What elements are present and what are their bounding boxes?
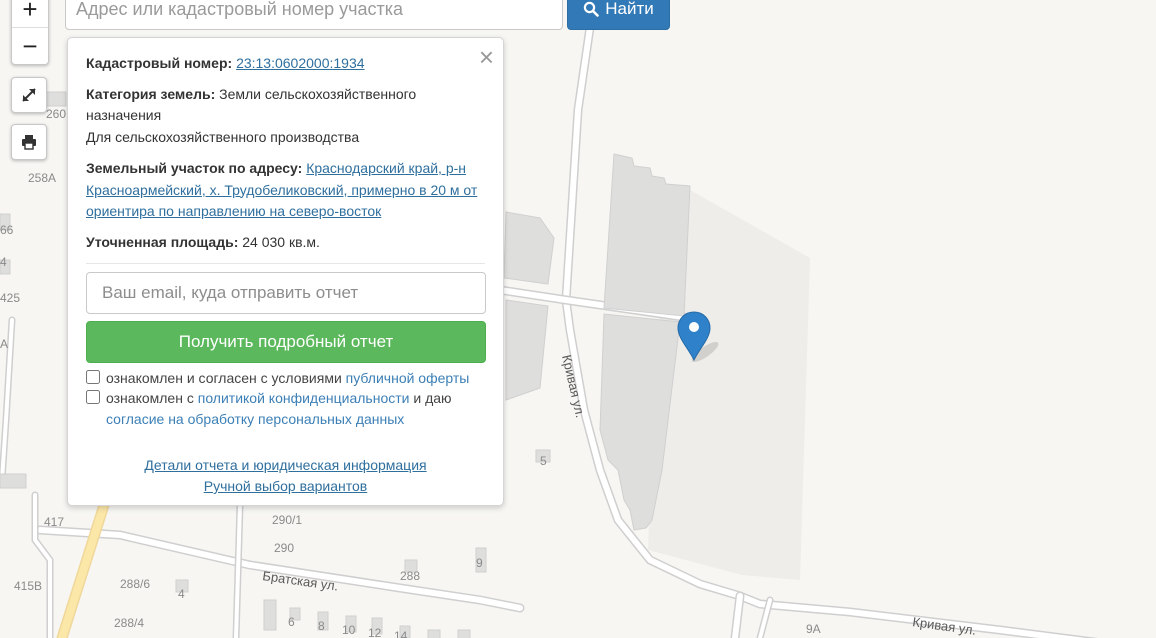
category-row: Категория земель: Земли сельскохозяйстве… <box>86 84 485 127</box>
offer-checkbox[interactable] <box>86 370 100 384</box>
privacy-consent-text: ознакомлен с политикой конфиденциальност… <box>106 390 452 427</box>
map-label: 12 <box>368 626 382 638</box>
public-offer-link[interactable]: публичной оферты <box>346 370 470 386</box>
map-label: 5 <box>540 454 547 468</box>
zoom-control: + − <box>11 0 49 65</box>
offer-consent: ознакомлен и согласен с условиями публич… <box>86 368 469 389</box>
zoom-out-button[interactable]: − <box>12 28 48 64</box>
report-details-link[interactable]: Детали отчета и юридическая информация <box>144 457 426 473</box>
map-label: 9А <box>806 622 821 636</box>
map-label: 288/6 <box>120 577 150 591</box>
usage-text: Для сельскохозяйственного производства <box>86 128 360 145</box>
map-label: 425 <box>0 291 20 305</box>
map-label: 258А <box>28 171 56 185</box>
privacy-consent: ознакомлен с политикой конфиденциальност… <box>86 388 476 429</box>
cadastral-row: Кадастровый номер: 23:13:0602000:1934 <box>86 53 485 75</box>
search-input[interactable] <box>65 0 563 30</box>
map-label: 14 <box>394 629 408 638</box>
find-button-label: Найти <box>605 0 654 18</box>
map-label: 290 <box>274 541 294 555</box>
map-label: 288/4 <box>114 616 144 630</box>
map-label: 9 <box>476 556 483 570</box>
cadastral-number-link[interactable]: 23:13:0602000:1934 <box>236 55 364 71</box>
map-label: 290/1 <box>272 513 302 527</box>
find-button[interactable]: Найти <box>567 0 670 30</box>
map-label: 8 <box>318 619 325 633</box>
expand-icon <box>22 88 36 102</box>
address-label: Земельный участок по адресу: <box>86 160 303 176</box>
offer-consent-text: ознакомлен и согласен с условиями публич… <box>106 370 470 386</box>
map-label: 4 <box>0 255 7 269</box>
close-icon[interactable]: × <box>479 42 494 72</box>
cadastral-label: Кадастровый номер: <box>86 55 233 71</box>
address-row: Земельный участок по адресу: Краснодарск… <box>86 158 485 223</box>
category-label: Категория земель: <box>86 85 216 102</box>
map-label: А <box>0 337 8 351</box>
map-label: 260 <box>46 107 66 121</box>
map-label: 66 <box>0 223 14 237</box>
area-label: Уточненная площадь: <box>86 233 239 250</box>
map-label: 10 <box>342 623 356 637</box>
email-field[interactable] <box>86 272 486 314</box>
map-label: 415В <box>14 579 42 593</box>
fullscreen-button[interactable] <box>11 77 47 113</box>
privacy-policy-link[interactable]: политикой конфиденциальности <box>198 390 410 406</box>
area-value: 24 030 кв.м. <box>242 233 320 250</box>
map-label: 4 <box>178 587 185 601</box>
area-row: Уточненная площадь: 24 030 кв.м. <box>86 232 485 254</box>
manual-selection-link[interactable]: Ручной выбор вариантов <box>204 478 368 494</box>
manual-link-row: Ручной выбор вариантов <box>68 478 503 494</box>
map-label: 417 <box>44 515 64 529</box>
get-report-button[interactable]: Получить подробный отчет <box>86 321 486 363</box>
divider <box>86 263 485 264</box>
parcel-info-popup: × Кадастровый номер: 23:13:0602000:1934 … <box>67 37 504 506</box>
print-button[interactable] <box>11 124 47 160</box>
map-label: 288 <box>400 569 420 583</box>
zoom-in-button[interactable]: + <box>12 0 48 28</box>
privacy-checkbox[interactable] <box>86 390 100 404</box>
personal-data-consent-link[interactable]: согласие на обработку персональных данны… <box>106 411 404 427</box>
printer-icon <box>22 135 36 150</box>
search-icon <box>584 1 600 17</box>
map-label: 6 <box>288 615 295 629</box>
details-link-row: Детали отчета и юридическая информация <box>68 457 503 473</box>
